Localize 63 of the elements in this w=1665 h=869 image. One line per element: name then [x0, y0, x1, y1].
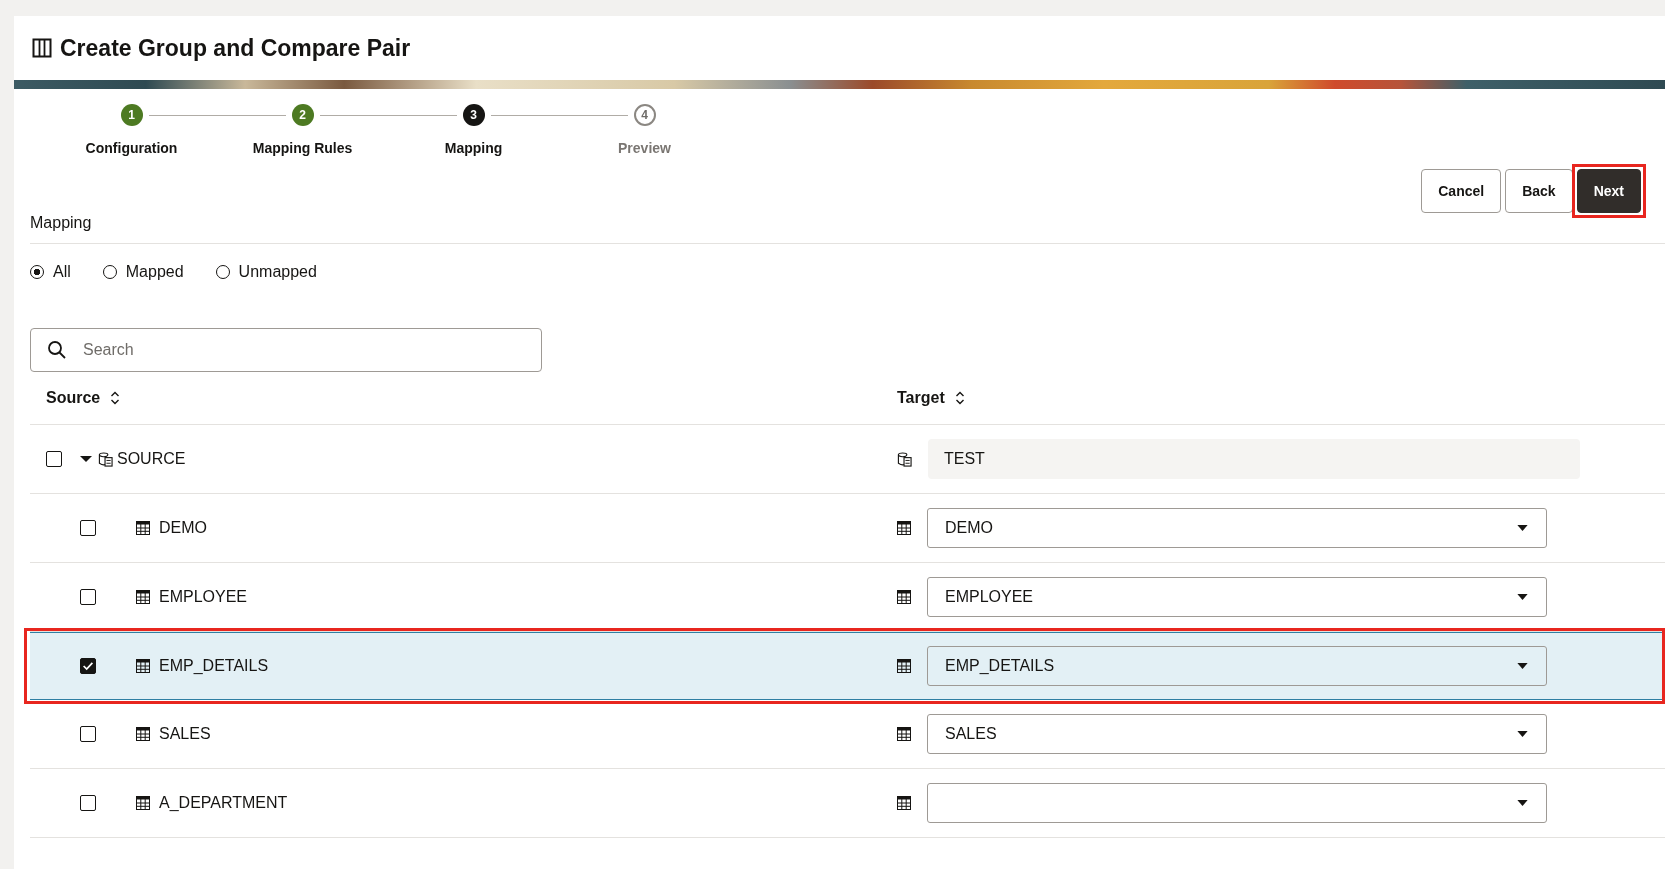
target-schema-field: TEST [928, 439, 1580, 479]
table-icon [136, 590, 150, 604]
columns-icon [32, 38, 52, 58]
column-header[interactable]: Target [897, 389, 945, 407]
step-indicator: 1 [120, 104, 143, 126]
row-checkbox[interactable] [46, 451, 62, 467]
filter-radio[interactable]: All [30, 263, 71, 281]
step-indicator: 2 [291, 104, 314, 126]
table-icon [136, 659, 150, 673]
table-row[interactable]: A_DEPARTMENT [30, 769, 1665, 838]
step-label: Mapping [444, 140, 503, 156]
step-label: Configuration [85, 140, 178, 156]
step-indicator: 3 [462, 104, 485, 126]
target-table-dropdown[interactable]: EMP_DETAILS [927, 646, 1547, 686]
table-icon [897, 796, 911, 810]
table-icon [897, 521, 911, 535]
table-name: SALES [159, 725, 211, 743]
target-table-dropdown[interactable] [927, 783, 1547, 823]
step-primary-button[interactable]: Next [1576, 169, 1641, 213]
step-secondary-button[interactable]: Cancel [1421, 169, 1502, 213]
database-icon [98, 451, 113, 467]
row-checkbox[interactable] [80, 658, 96, 674]
dropdown-caret-icon [1517, 663, 1528, 669]
row-checkbox[interactable] [80, 520, 96, 536]
table-name: EMP_DETAILS [159, 657, 269, 675]
row-checkbox[interactable] [80, 795, 96, 811]
search-field[interactable]: Search [30, 328, 542, 372]
table-icon [136, 521, 150, 535]
sort-icon[interactable] [110, 391, 121, 405]
filter-radio[interactable]: Unmapped [215, 263, 317, 281]
step-indicator: 4 [633, 104, 656, 126]
target-table-dropdown[interactable]: SALES [927, 714, 1547, 754]
table-name: EMPLOYEE [159, 588, 248, 606]
filter-radio[interactable]: Mapped [102, 263, 184, 281]
table-row[interactable]: DEMO DEMO [30, 494, 1665, 563]
search-icon [47, 340, 67, 360]
table-name: A_DEPARTMENT [159, 794, 288, 812]
table-icon [897, 727, 911, 741]
step-label: Preview [618, 140, 671, 156]
dropdown-caret-icon [1517, 525, 1528, 531]
table-row[interactable]: SALES SALES [30, 700, 1665, 769]
target-table-dropdown[interactable]: EMPLOYEE [927, 577, 1547, 617]
row-checkbox[interactable] [80, 726, 96, 742]
database-icon [897, 451, 912, 467]
row-checkbox[interactable] [80, 589, 96, 605]
step-label: Mapping Rules [252, 140, 353, 156]
dropdown-caret-icon [1517, 731, 1528, 737]
caret-icon[interactable] [80, 455, 92, 463]
step-secondary-button[interactable]: Back [1505, 169, 1573, 213]
table-icon [136, 796, 150, 810]
dropdown-caret-icon [1517, 800, 1528, 806]
sort-icon[interactable] [954, 391, 965, 405]
page-title: Create Group and Compare Pair [60, 34, 411, 62]
table-icon [897, 590, 911, 604]
table-icon [897, 659, 911, 673]
dropdown-caret-icon [1517, 594, 1528, 600]
target-table-dropdown[interactable]: DEMO [927, 508, 1547, 548]
table-icon [136, 727, 150, 741]
section-label: Mapping [30, 214, 93, 232]
table-name: DEMO [159, 519, 207, 537]
table-row[interactable]: EMPLOYEE EMPLOYEE [30, 563, 1665, 632]
column-header[interactable]: Source [46, 389, 101, 407]
schema-name: SOURCE [117, 450, 186, 468]
